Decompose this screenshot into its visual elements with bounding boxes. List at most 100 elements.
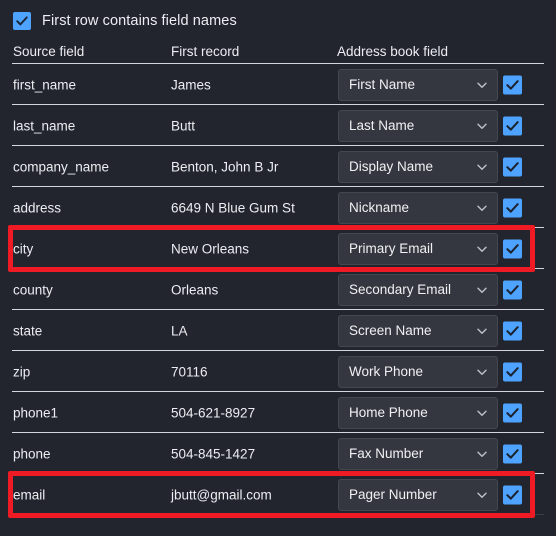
address-book-field-dropdown[interactable]: Secondary Email	[338, 273, 498, 306]
check-icon	[506, 407, 519, 418]
address-book-field-value: Screen Name	[349, 323, 432, 338]
first-record-value: 70116	[171, 364, 208, 379]
address-book-field-dropdown[interactable]: Screen Name	[338, 314, 498, 347]
first-record-value: New Orleans	[171, 241, 250, 256]
check-icon	[506, 120, 519, 131]
first-row-contains-field-names-label: First row contains field names	[42, 13, 237, 29]
first-record-value: 6649 N Blue Gum St	[171, 200, 295, 215]
check-icon	[506, 489, 519, 500]
row-separator	[12, 145, 544, 146]
address-book-field-dropdown[interactable]: Display Name	[338, 150, 498, 183]
address-book-field-dropdown[interactable]: First Name	[338, 68, 498, 101]
table-row: state LA Screen Name	[0, 310, 556, 351]
address-book-field-value: Last Name	[349, 118, 415, 133]
row-enabled-checkbox[interactable]	[503, 239, 522, 258]
address-book-field-value: Home Phone	[349, 405, 428, 420]
first-record-value: James	[171, 77, 211, 92]
address-book-field-value: Pager Number	[349, 487, 437, 502]
source-field-value: state	[13, 323, 43, 338]
address-book-field-dropdown[interactable]: Nickname	[338, 191, 498, 224]
chevron-down-icon	[477, 287, 487, 293]
field-mapping-table: Source field First record Address book f…	[0, 44, 556, 515]
row-separator	[12, 268, 544, 269]
source-field-value: email	[13, 487, 46, 502]
chevron-down-icon	[477, 410, 487, 416]
row-enabled-checkbox[interactable]	[503, 362, 522, 381]
table-row: address 6649 N Blue Gum St Nickname	[0, 187, 556, 228]
row-separator	[12, 309, 544, 310]
row-separator	[12, 350, 544, 351]
row-separator	[12, 514, 544, 515]
table-header-row: Source field First record Address book f…	[0, 44, 556, 64]
row-enabled-checkbox[interactable]	[503, 403, 522, 422]
row-enabled-checkbox[interactable]	[503, 321, 522, 340]
check-icon	[16, 16, 28, 26]
source-field-value: zip	[13, 364, 31, 379]
row-enabled-checkbox[interactable]	[503, 444, 522, 463]
chevron-down-icon	[477, 205, 487, 211]
check-icon	[506, 448, 519, 459]
source-field-value: phone1	[13, 405, 59, 420]
chevron-down-icon	[477, 492, 487, 498]
table-row: last_name Butt Last Name	[0, 105, 556, 146]
first-record-value: Orleans	[171, 282, 219, 297]
row-separator	[12, 227, 544, 228]
first-row-contains-field-names-checkbox[interactable]	[13, 12, 31, 30]
source-field-value: city	[13, 241, 34, 256]
source-field-value: first_name	[13, 77, 77, 92]
check-icon	[506, 161, 519, 172]
row-enabled-checkbox[interactable]	[503, 116, 522, 135]
row-enabled-checkbox[interactable]	[503, 280, 522, 299]
chevron-down-icon	[477, 164, 487, 170]
source-field-value: company_name	[13, 159, 110, 174]
address-book-field-dropdown[interactable]: Last Name	[338, 109, 498, 142]
column-header-first-record: First record	[171, 44, 240, 59]
chevron-down-icon	[477, 123, 487, 129]
row-enabled-checkbox[interactable]	[503, 75, 522, 94]
address-book-field-value: Work Phone	[349, 364, 424, 379]
check-icon	[506, 325, 519, 336]
source-field-value: phone	[13, 446, 51, 461]
check-icon	[506, 202, 519, 213]
column-header-address-book-field: Address book field	[337, 44, 449, 59]
address-book-field-value: First Name	[349, 77, 416, 92]
row-separator	[12, 473, 544, 474]
first-record-value: Butt	[171, 118, 196, 133]
chevron-down-icon	[477, 246, 487, 252]
chevron-down-icon	[477, 328, 487, 334]
table-row: email jbutt@gmail.com Pager Number	[0, 474, 556, 515]
row-separator	[12, 432, 544, 433]
check-icon	[506, 366, 519, 377]
first-row-header-option[interactable]: First row contains field names	[13, 11, 237, 31]
first-record-value: 504-845-1427	[171, 446, 256, 461]
source-field-value: address	[13, 200, 62, 215]
address-book-field-dropdown[interactable]: Home Phone	[338, 396, 498, 429]
row-enabled-checkbox[interactable]	[503, 198, 522, 217]
address-book-field-dropdown[interactable]: Primary Email	[338, 232, 498, 265]
check-icon	[506, 79, 519, 90]
address-book-field-dropdown[interactable]: Pager Number	[338, 478, 498, 511]
table-row: phone 504-845-1427 Fax Number	[0, 433, 556, 474]
first-record-value: LA	[171, 323, 188, 338]
chevron-down-icon	[477, 369, 487, 375]
address-book-field-value: Nickname	[349, 200, 410, 215]
source-field-value: county	[13, 282, 53, 297]
address-book-field-value: Display Name	[349, 159, 434, 174]
table-row: county Orleans Secondary Email	[0, 269, 556, 310]
address-book-field-value: Primary Email	[349, 241, 434, 256]
check-icon	[506, 284, 519, 295]
address-book-field-dropdown[interactable]: Work Phone	[338, 355, 498, 388]
chevron-down-icon	[477, 82, 487, 88]
address-book-field-value: Secondary Email	[349, 282, 452, 297]
table-row: phone1 504-621-8927 Home Phone	[0, 392, 556, 433]
first-record-value: Benton, John B Jr	[171, 159, 279, 174]
column-header-source-field: Source field	[13, 44, 85, 59]
address-book-field-value: Fax Number	[349, 446, 424, 461]
row-separator	[12, 391, 544, 392]
row-enabled-checkbox[interactable]	[503, 485, 522, 504]
check-icon	[506, 243, 519, 254]
table-row: company_name Benton, John B Jr Display Nam…	[0, 146, 556, 187]
first-record-value: 504-621-8927	[171, 405, 256, 420]
address-book-field-dropdown[interactable]: Fax Number	[338, 437, 498, 470]
row-enabled-checkbox[interactable]	[503, 157, 522, 176]
